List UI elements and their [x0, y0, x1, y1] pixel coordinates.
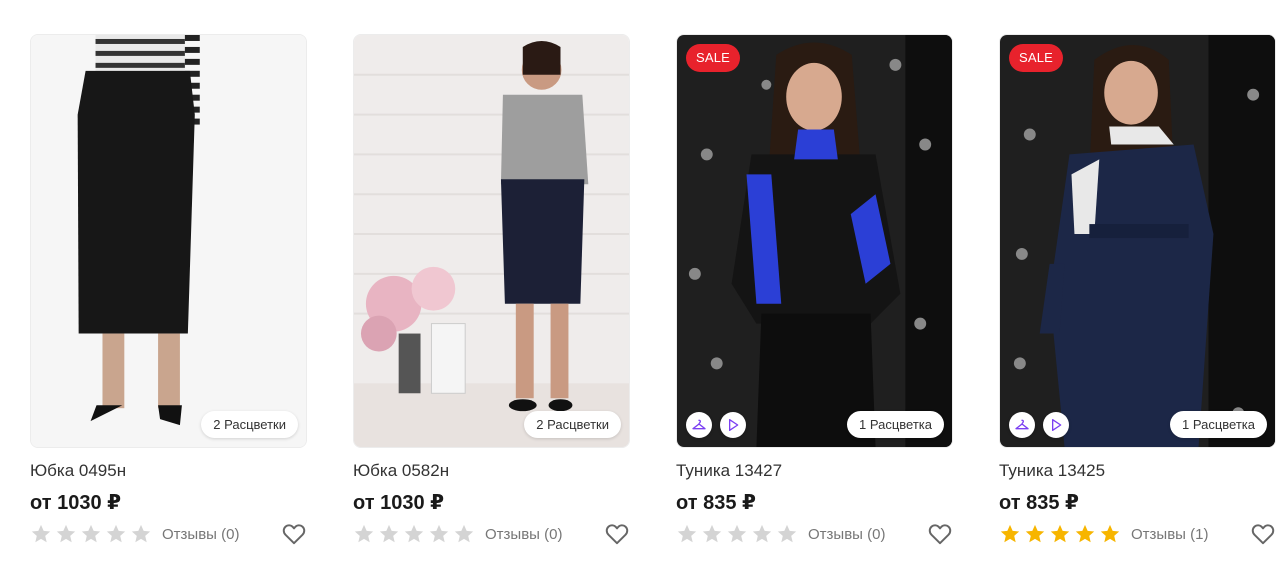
star-icon: [777, 524, 797, 543]
heart-icon[interactable]: [1250, 521, 1276, 547]
star-icon: [56, 524, 76, 543]
star-icon: [404, 524, 424, 543]
star-icon: [1050, 524, 1070, 543]
heart-icon[interactable]: [604, 521, 630, 547]
star-rating: [676, 523, 798, 545]
star-rating: [999, 523, 1121, 545]
product-title[interactable]: Туника 13427: [676, 460, 953, 482]
star-icon: [131, 524, 151, 543]
product-image: [1000, 35, 1275, 447]
product-title[interactable]: Туника 13425: [999, 460, 1276, 482]
star-icon: [429, 524, 449, 543]
colors-count-badge[interactable]: 2 Расцветки: [524, 411, 621, 438]
star-icon: [106, 524, 126, 543]
rating-row: Отзывы (0): [353, 522, 630, 546]
heart-icon[interactable]: [927, 521, 953, 547]
rating-row: Отзывы (0): [30, 522, 307, 546]
star-rating: [353, 523, 475, 545]
play-icon-button[interactable]: [1043, 412, 1069, 438]
star-icon: [1000, 524, 1020, 543]
reviews-link[interactable]: Отзывы (0): [162, 526, 239, 543]
hanger-icon: [1015, 419, 1029, 430]
star-icon: [454, 524, 474, 543]
reviews-link[interactable]: Отзывы (0): [485, 526, 562, 543]
colors-count-badge[interactable]: 2 Расцветки: [201, 411, 298, 438]
reviews-link[interactable]: Отзывы (1): [1131, 526, 1208, 543]
star-icon: [702, 524, 722, 543]
play-icon-button[interactable]: [720, 412, 746, 438]
product-price: от 1030 ₽: [30, 492, 122, 514]
sale-badge: SALE: [1009, 44, 1064, 72]
heart-icon[interactable]: [281, 521, 307, 547]
product-grid: 2 Расцветки Юбка 0495н от 1030 ₽ Отзывы …: [0, 0, 1280, 572]
star-icon: [379, 524, 399, 543]
hanger-icon: [692, 419, 706, 430]
star-icon: [81, 524, 101, 543]
play-icon: [1052, 419, 1062, 431]
star-icon: [727, 524, 747, 543]
hanger-icon-button[interactable]: [686, 412, 712, 438]
star-rating: [30, 523, 152, 545]
product-photo[interactable]: 2 Расцветки: [30, 34, 307, 448]
reviews-link[interactable]: Отзывы (0): [808, 526, 885, 543]
product-image: [677, 35, 952, 447]
star-icon: [1025, 524, 1045, 543]
product-image: [31, 35, 306, 447]
sale-badge: SALE: [686, 44, 741, 72]
product-price: от 835 ₽: [999, 492, 1079, 514]
star-icon: [1075, 524, 1095, 543]
product-card[interactable]: 2 Расцветки Юбка 0495н от 1030 ₽ Отзывы …: [30, 34, 307, 546]
product-card[interactable]: 2 Расцветки Юбка 0582н от 1030 ₽ Отзывы …: [353, 34, 630, 546]
product-image: [354, 35, 629, 447]
product-photo[interactable]: 2 Расцветки: [353, 34, 630, 448]
rating-row: Отзывы (0): [676, 522, 953, 546]
star-icon: [752, 524, 772, 543]
product-title[interactable]: Юбка 0495н: [30, 460, 307, 482]
star-icon: [354, 524, 374, 543]
rating-row: Отзывы (1): [999, 522, 1276, 546]
colors-count-badge[interactable]: 1 Расцветка: [1170, 411, 1267, 438]
product-price: от 835 ₽: [676, 492, 756, 514]
hanger-icon-button[interactable]: [1009, 412, 1035, 438]
star-icon: [1100, 524, 1120, 543]
product-card[interactable]: SALE 1 Расцветка Туника 13427 от 835 ₽ О…: [676, 34, 953, 546]
product-price: от 1030 ₽: [353, 492, 445, 514]
product-card[interactable]: SALE 1 Расцветка Туника 13425 от 835 ₽ О…: [999, 34, 1276, 546]
star-icon: [31, 524, 51, 543]
star-icon: [677, 524, 697, 543]
play-icon: [729, 419, 739, 431]
colors-count-badge[interactable]: 1 Расцветка: [847, 411, 944, 438]
product-photo[interactable]: SALE 1 Расцветка: [676, 34, 953, 448]
product-title[interactable]: Юбка 0582н: [353, 460, 630, 482]
product-photo[interactable]: SALE 1 Расцветка: [999, 34, 1276, 448]
